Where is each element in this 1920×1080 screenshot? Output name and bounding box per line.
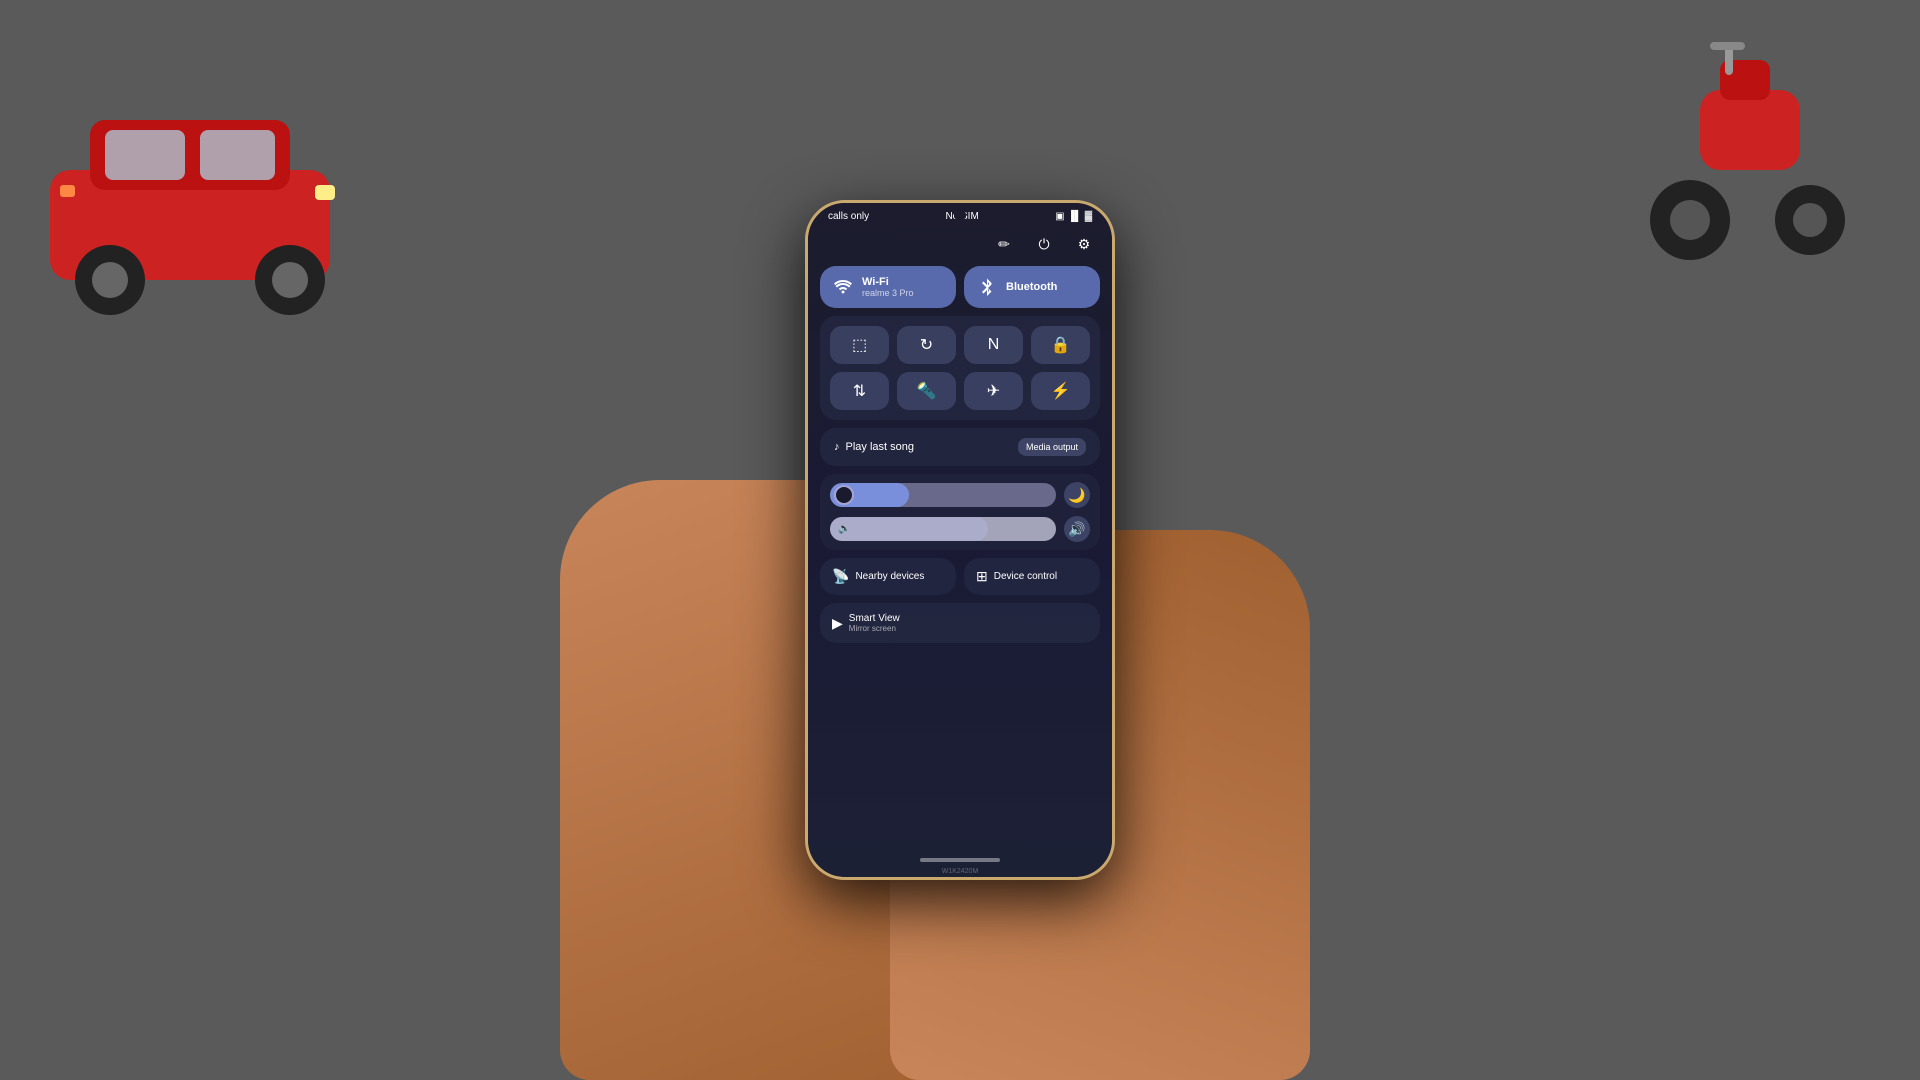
volume-fill [830,517,988,541]
volume-icon[interactable]: 🔊 [1064,516,1090,542]
airplane-tile[interactable]: ✈ [964,372,1023,410]
smart-view-icon: ▶ [832,615,843,632]
wifi-text: Wi-Fi realme 3 Pro [862,276,914,298]
bluetooth-icon [976,276,998,298]
wifi-sublabel: realme 3 Pro [862,288,914,298]
quick-tiles-grid: ⬚ ↻ N 🔒 ⇅ 🔦 [820,316,1100,420]
nearby-devices-tile[interactable]: 📡 Nearby devices [820,558,956,595]
lock-tile[interactable]: 🔒 [1031,326,1090,364]
status-icons: ▣ ▐▌ ▓ [1055,211,1092,222]
phone-frame: calls only No SIM ▣ ▐▌ ▓ ✏ ⏻ ⚙ [805,200,1115,880]
transfer-icon: ⇅ [853,381,866,401]
rotate-tile[interactable]: ↻ [897,326,956,364]
screenshot-tile[interactable]: ⬚ [830,326,889,364]
screenshot-icon: ⬚ [852,335,867,355]
media-player[interactable]: ♪ Play last song Media output [820,428,1100,466]
settings-icon[interactable]: ⚙ [1072,232,1096,256]
smart-view-row: ▶ Smart View Mirror screen [820,603,1100,643]
smart-view-tile[interactable]: ▶ Smart View Mirror screen [820,603,1100,643]
wifi-toggle[interactable]: Wi-Fi realme 3 Pro [820,266,956,308]
smart-view-sublabel: Mirror screen [849,624,900,633]
power-icon[interactable]: ⏻ [1032,232,1056,256]
signal-icon: ▐▌ [1068,211,1082,222]
phone-screen: calls only No SIM ▣ ▐▌ ▓ ✏ ⏻ ⚙ [808,203,1112,877]
toggle-row: Wi-Fi realme 3 Pro Bluetooth [820,266,1100,308]
nearby-devices-label: Nearby devices [855,571,924,582]
nfc-icon: N [988,336,1000,354]
battery-icon: ▓ [1085,211,1092,222]
device-control-tile[interactable]: ⊞ Device control [964,558,1100,595]
bottom-row: 📡 Nearby devices ⊞ Device control [820,558,1100,595]
media-info: ♪ Play last song [834,441,914,453]
media-label: Play last song [846,441,914,453]
bluetooth-text: Bluetooth [1006,281,1057,293]
brightness-slider-row: 🌙 [830,482,1090,508]
volume-track[interactable]: 🔉 [830,517,1056,541]
toy-car-left [20,50,380,350]
smart-view-text: Smart View Mirror screen [849,613,900,633]
model-number: W1K2420M [808,868,1112,877]
smart-view-label: Smart View [849,613,900,624]
flashlight-tile[interactable]: 🔦 [897,372,956,410]
brightness-thumb[interactable] [834,485,854,505]
quick-settings-panel: ✏ ⏻ ⚙ Wi-Fi realme 3 Pro [808,226,1112,854]
lock-icon: 🔒 [1051,335,1071,355]
home-indicator[interactable] [920,858,1000,862]
status-calls-only: calls only [828,211,869,222]
airplane-icon: ✈ [987,381,1000,401]
wifi-label: Wi-Fi [862,276,914,288]
night-mode-icon[interactable]: 🌙 [1064,482,1090,508]
media-output-button[interactable]: Media output [1018,438,1086,456]
battery-saver-icon: ⚡ [1051,381,1071,401]
music-icon: ♪ [834,441,840,453]
top-icons-row: ✏ ⏻ ⚙ [820,230,1100,258]
camera-notch [954,209,966,221]
edit-icon[interactable]: ✏ [992,232,1016,256]
brightness-track[interactable] [830,483,1056,507]
nearby-devices-icon: 📡 [832,568,849,585]
device-control-icon: ⊞ [976,568,988,585]
wifi-icon [832,276,854,298]
bluetooth-label: Bluetooth [1006,281,1057,293]
bluetooth-toggle[interactable]: Bluetooth [964,266,1100,308]
battery-saver-tile[interactable]: ⚡ [1031,372,1090,410]
flashlight-icon: 🔦 [917,381,937,401]
sim-icon: ▣ [1055,211,1064,222]
toy-scooter-right [1640,30,1860,280]
nfc-tile[interactable]: N [964,326,1023,364]
sliders-container: 🌙 🔉 🔊 [820,474,1100,550]
rotate-icon: ↻ [920,335,933,355]
volume-sound-icon: 🔉 [838,524,850,535]
device-control-label: Device control [994,571,1057,582]
volume-slider-row: 🔉 🔊 [830,516,1090,542]
transfer-tile[interactable]: ⇅ [830,372,889,410]
